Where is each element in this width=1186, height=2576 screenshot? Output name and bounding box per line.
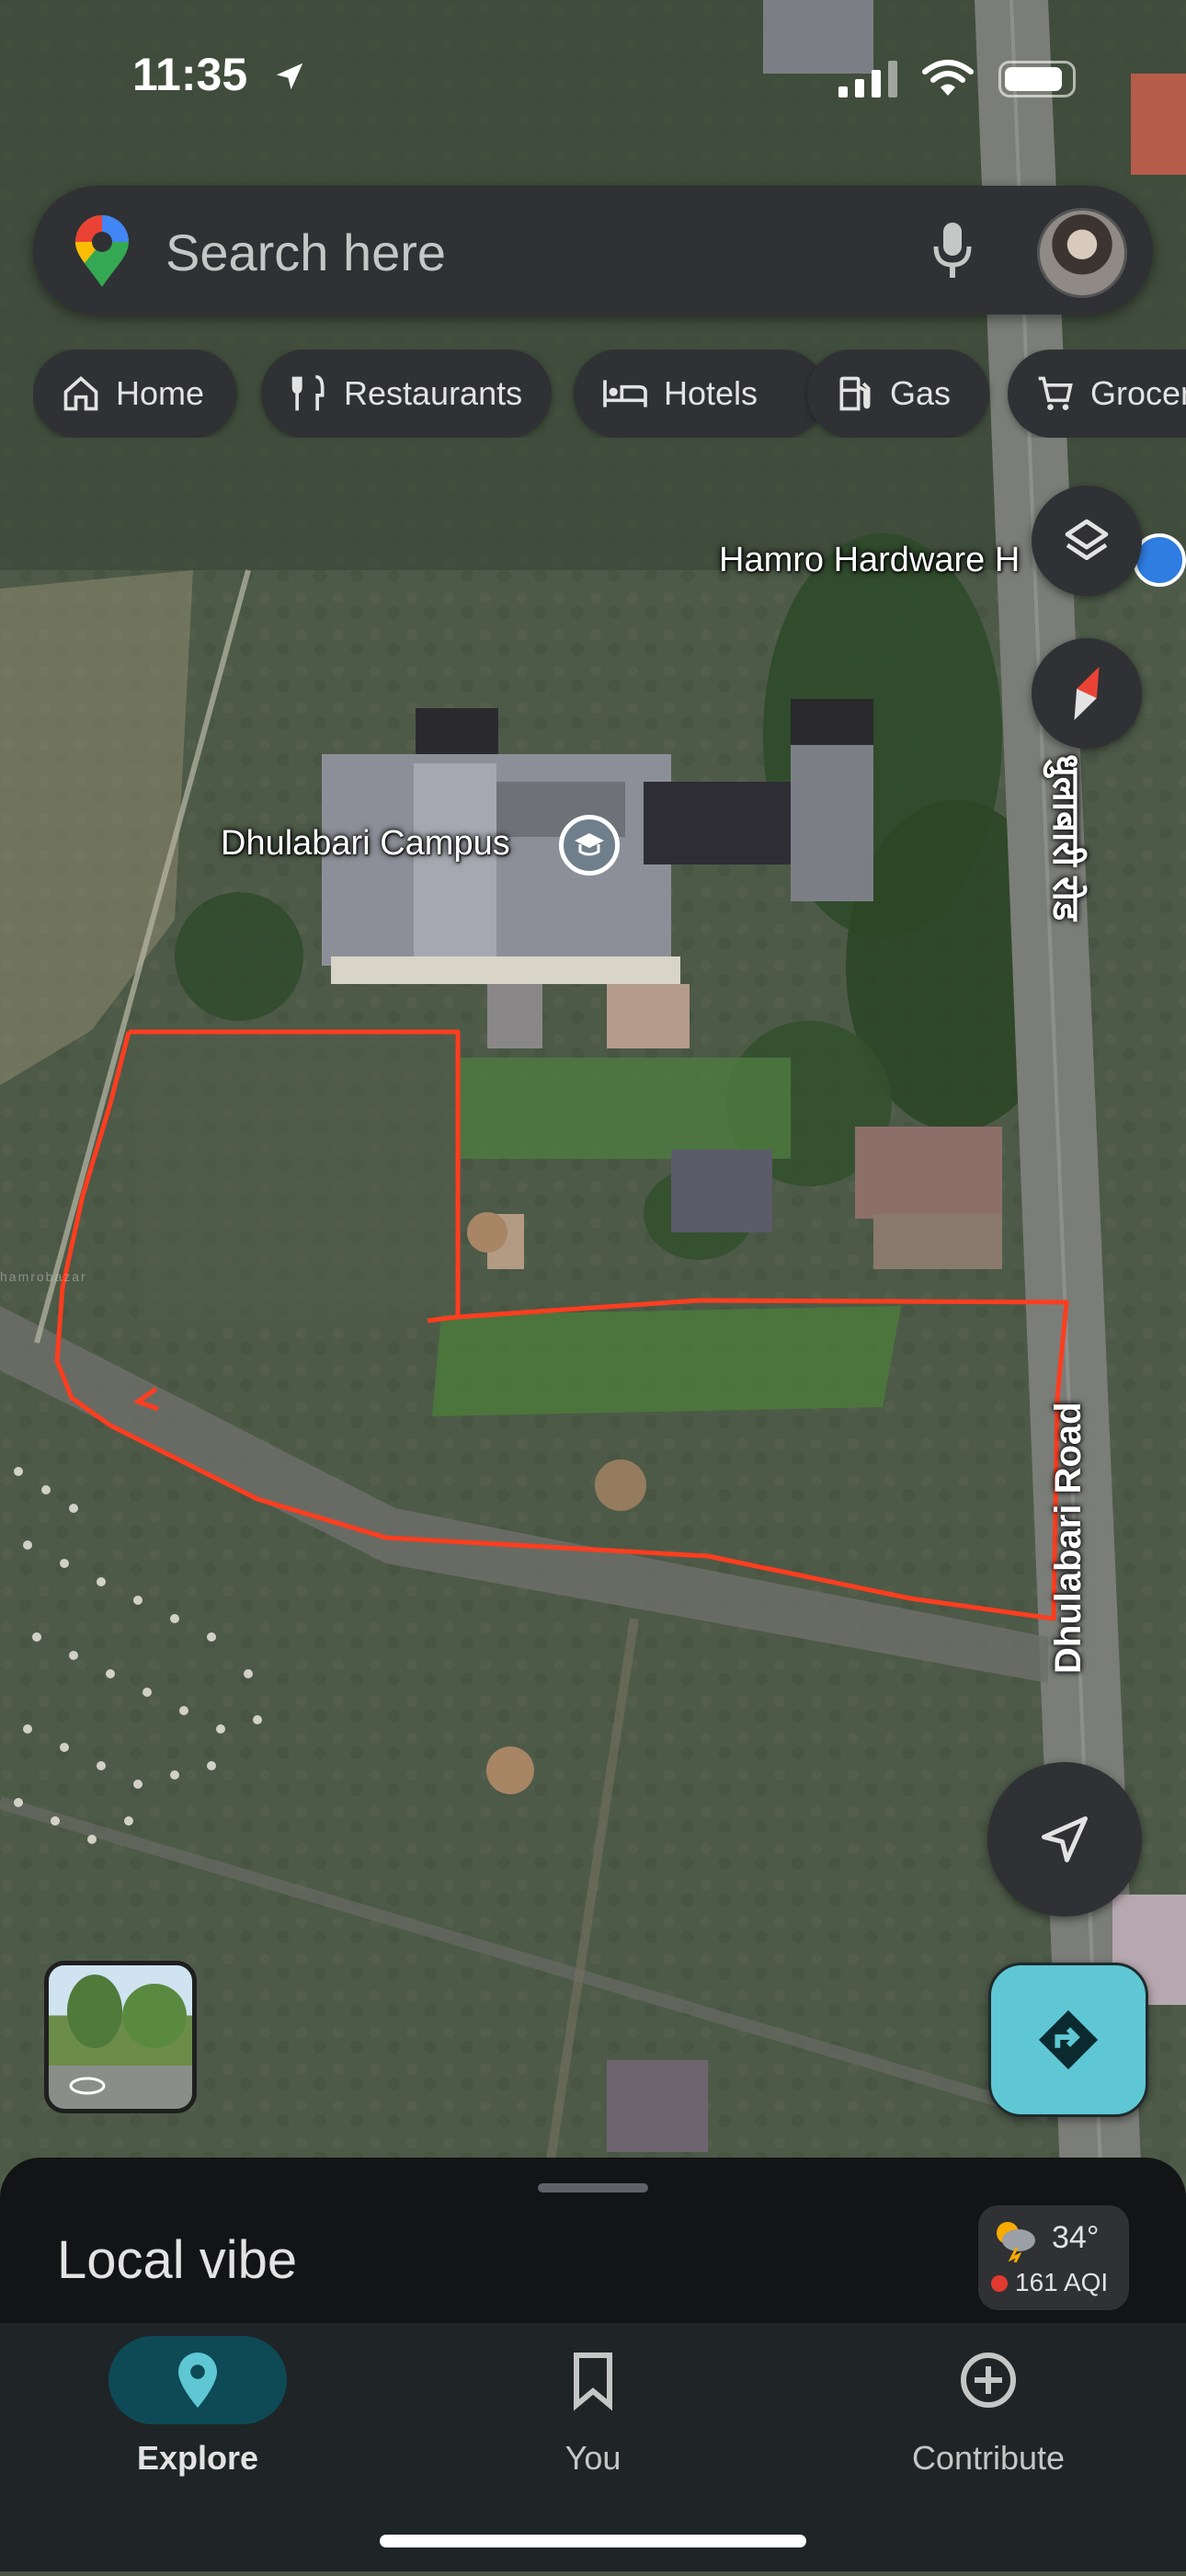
nav-contribute-label: Contribute xyxy=(911,2439,1066,2477)
layers-button[interactable] xyxy=(1032,486,1142,596)
weather-temp: 34° xyxy=(1052,2220,1100,2255)
chip-groceries-label: Groceries xyxy=(1090,374,1186,412)
chip-groceries[interactable]: Groceries xyxy=(1008,349,1186,438)
chip-restaurants-label: Restaurants xyxy=(344,374,523,412)
nav-explore-label: Explore xyxy=(136,2439,259,2477)
location-arrow-icon xyxy=(276,63,303,90)
my-location-button[interactable] xyxy=(987,1762,1142,1917)
search-input[interactable]: Search here xyxy=(165,223,446,282)
microphone-icon[interactable] xyxy=(930,221,975,280)
maps-logo-icon xyxy=(75,215,129,287)
layers-icon xyxy=(1065,519,1109,560)
watermark-strip: hamrobazar xyxy=(0,1269,1186,1284)
school-pin-icon[interactable] xyxy=(559,815,620,876)
chip-gas-label: Gas xyxy=(890,374,952,412)
rotate-360-icon xyxy=(69,2077,106,2095)
weather-badge[interactable]: 34° 161 AQI xyxy=(978,2205,1129,2310)
watermark-text: hamrobazar xyxy=(0,1269,87,1284)
restaurant-icon xyxy=(291,374,325,411)
bookmark-icon xyxy=(574,2353,612,2411)
hotel-icon xyxy=(603,380,647,407)
sheet-drag-handle[interactable] xyxy=(538,2183,648,2192)
road-label-english: Dhulabari Road xyxy=(1048,1402,1089,1674)
search-bar[interactable]: Search here xyxy=(33,186,1153,315)
sheet-title: Local vibe xyxy=(57,2230,298,2290)
nav-explore[interactable]: Explore xyxy=(0,2323,395,2571)
compass-button[interactable] xyxy=(1032,638,1142,749)
category-chips: Home Restaurants Hotels Gas Groceries xyxy=(33,349,1186,438)
gas-icon xyxy=(839,376,871,411)
place-label-hardware[interactable]: Hamro Hardware H xyxy=(719,541,1020,580)
status-time: 11:35 xyxy=(132,49,248,100)
place-label-campus[interactable]: Dhulabari Campus xyxy=(221,824,510,864)
compass-icon xyxy=(1074,666,1100,721)
add-circle-icon xyxy=(961,2353,1016,2408)
nav-contribute[interactable]: Contribute xyxy=(791,2323,1186,2571)
directions-button[interactable] xyxy=(988,1963,1148,2117)
home-indicator[interactable] xyxy=(380,2535,806,2547)
nav-you-label: You xyxy=(564,2439,622,2477)
bottom-sheet[interactable]: Local vibe 34° 161 AQI xyxy=(0,2158,1186,2323)
chip-hotels-label: Hotels xyxy=(664,374,758,412)
aqi-indicator-dot xyxy=(991,2275,1008,2292)
battery-icon xyxy=(998,61,1076,97)
storm-weather-icon xyxy=(997,2222,1035,2262)
wifi-icon xyxy=(922,60,974,96)
directions-icon xyxy=(1038,2009,1099,2070)
chip-restaurants[interactable]: Restaurants xyxy=(261,349,552,438)
signal-icon xyxy=(838,61,897,97)
chip-hotels[interactable]: Hotels xyxy=(574,349,826,438)
chip-home[interactable]: Home xyxy=(33,349,237,438)
profile-avatar[interactable] xyxy=(1037,208,1127,298)
weather-aqi: 161 AQI xyxy=(1015,2268,1109,2296)
chip-home-label: Home xyxy=(116,374,205,412)
home-icon xyxy=(63,376,98,411)
explore-pin-icon xyxy=(178,2353,217,2408)
cart-icon xyxy=(1038,376,1073,410)
street-view-thumbnail[interactable] xyxy=(44,1961,197,2113)
road-label-nepali: धुलाबारी रोड xyxy=(1045,754,1086,922)
navigation-arrow-icon xyxy=(1042,1816,1088,1862)
chip-gas[interactable]: Gas xyxy=(807,349,989,438)
